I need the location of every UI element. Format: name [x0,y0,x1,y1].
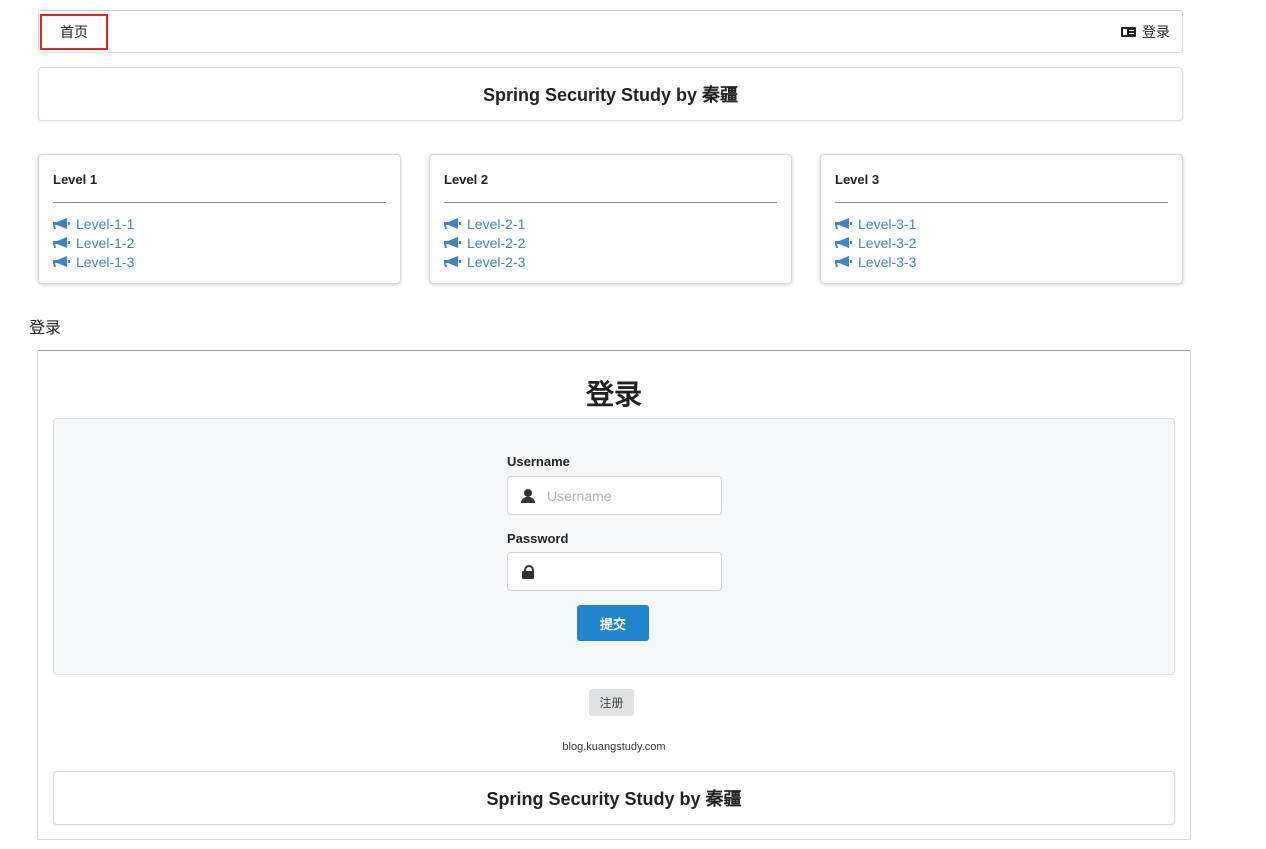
level-link[interactable]: Level-3-1 [835,214,916,233]
card-divider [444,202,777,203]
username-field[interactable] [507,476,722,515]
level-link-label: Level-2-2 [467,234,526,251]
level-link-label: Level-1-2 [76,234,135,251]
username-input[interactable] [547,487,697,504]
bullhorn-icon [444,236,461,248]
nav-login-label: 登录 [1142,23,1170,40]
level-link-label: Level-3-2 [858,234,917,251]
lock-icon [521,564,535,579]
section-label: 登录 [29,320,62,337]
id-card-icon [1121,26,1136,37]
level-card-2: Level 2 Level-2-1 Level-2-2 Level-2-3 [429,154,792,284]
bullhorn-icon [53,236,70,248]
page-title: Spring Security Study by 秦疆 [38,67,1183,121]
card-divider [53,202,386,203]
level-link-label: Level-2-3 [467,253,526,270]
level-link[interactable]: Level-1-1 [53,214,134,233]
level-card-title: Level 2 [444,172,489,187]
level-link-label: Level-1-3 [76,253,135,270]
level-link-label: Level-2-1 [467,215,526,232]
footer-title: Spring Security Study by 秦疆 [53,771,1175,825]
level-link[interactable]: Level-1-3 [53,252,134,271]
bullhorn-icon [53,217,70,229]
level-link-label: Level-3-3 [858,253,917,270]
level-card-title: Level 3 [835,172,880,187]
level-link[interactable]: Level-3-2 [835,233,916,252]
bullhorn-icon [835,236,852,248]
level-link[interactable]: Level-3-3 [835,252,916,271]
login-container: 登录 Username Password 提交 注册 blog.kuangstu… [37,350,1191,840]
card-divider [835,202,1168,203]
level-card-3: Level 3 Level-3-1 Level-3-2 Level-3-3 [820,154,1183,284]
bullhorn-icon [444,217,461,229]
level-link[interactable]: Level-2-3 [444,252,525,271]
level-link[interactable]: Level-2-1 [444,214,525,233]
nav-home-link[interactable]: 首页 [40,14,108,50]
user-icon [521,488,535,503]
password-input[interactable] [547,563,697,580]
password-label: Password [507,531,569,546]
bullhorn-icon [444,255,461,267]
username-label: Username [507,454,570,469]
nav-login-link[interactable]: 登录 [1121,11,1170,52]
level-link-label: Level-1-1 [76,215,135,232]
level-card-1: Level 1 Level-1-1 Level-1-2 Level-1-3 [38,154,401,284]
password-field[interactable] [507,552,722,591]
submit-button[interactable]: 提交 [577,605,649,641]
login-heading: 登录 [585,379,642,410]
blog-link[interactable]: blog.kuangstudy.com [38,741,1190,753]
bullhorn-icon [835,217,852,229]
top-nav-bar: 首页 登录 [38,10,1183,53]
bullhorn-icon [53,255,70,267]
bullhorn-icon [835,255,852,267]
level-link[interactable]: Level-1-2 [53,233,134,252]
level-link[interactable]: Level-2-2 [444,233,525,252]
register-button[interactable]: 注册 [589,689,634,716]
level-card-title: Level 1 [53,172,98,187]
level-link-label: Level-3-1 [858,215,917,232]
